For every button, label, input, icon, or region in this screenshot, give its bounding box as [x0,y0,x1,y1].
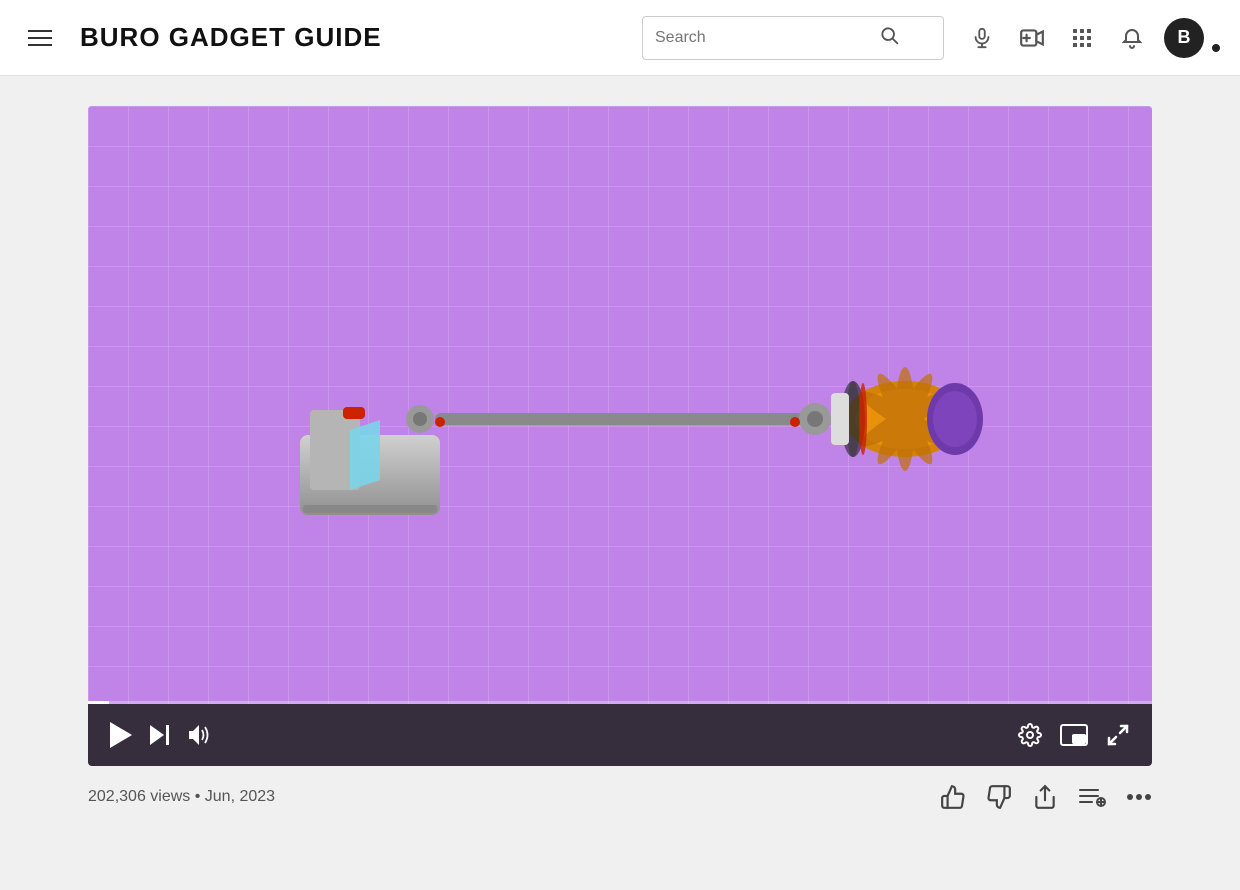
thumbs-up-icon [940,784,966,810]
skip-button[interactable] [150,725,169,745]
header-icons: B [964,18,1220,58]
play-button[interactable] [110,722,132,748]
notifications-button[interactable] [1114,20,1150,56]
settings-button[interactable] [1018,723,1042,747]
search-icon[interactable] [879,25,899,50]
miniplayer-icon [1060,724,1088,746]
microphone-button[interactable] [964,20,1000,56]
video-thumbnail [195,235,1045,575]
controls-right [1018,723,1130,747]
apps-icon[interactable] [1064,20,1100,56]
header: BURO GADGET GUIDE [0,0,1240,76]
site-title: BURO GADGET GUIDE [80,22,382,53]
video-player [88,106,1152,766]
search-bar [642,16,944,60]
dislike-button[interactable] [986,784,1012,810]
fullscreen-icon [1106,723,1130,747]
save-playlist-icon [1078,784,1106,810]
video-controls [88,704,1152,766]
video-meta: 202,306 views • Jun, 2023 [88,784,1152,810]
menu-button[interactable] [20,22,60,54]
play-icon [110,722,132,748]
miniplayer-button[interactable] [1060,724,1088,746]
fullscreen-button[interactable] [1106,723,1130,747]
search-input[interactable] [655,29,875,47]
volume-icon [187,724,213,746]
like-button[interactable] [940,784,966,810]
more-icon [1126,793,1152,801]
progress-fill [88,701,109,704]
skip-icon [150,725,169,745]
views-date: 202,306 views • Jun, 2023 [88,788,275,806]
controls-left [110,722,213,748]
save-button[interactable] [1078,784,1106,810]
create-video-button[interactable] [1014,20,1050,56]
progress-bar[interactable] [88,701,1152,704]
video-display[interactable] [88,106,1152,704]
share-button[interactable] [1032,784,1058,810]
settings-icon [1018,723,1042,747]
share-icon [1032,784,1058,810]
avatar-dot [1212,44,1220,52]
more-options-button[interactable] [1126,793,1152,801]
meta-actions [940,784,1152,810]
thumbs-down-icon [986,784,1012,810]
avatar[interactable]: B [1164,18,1204,58]
main-content: 202,306 views • Jun, 2023 [0,76,1240,810]
volume-button[interactable] [187,724,213,746]
